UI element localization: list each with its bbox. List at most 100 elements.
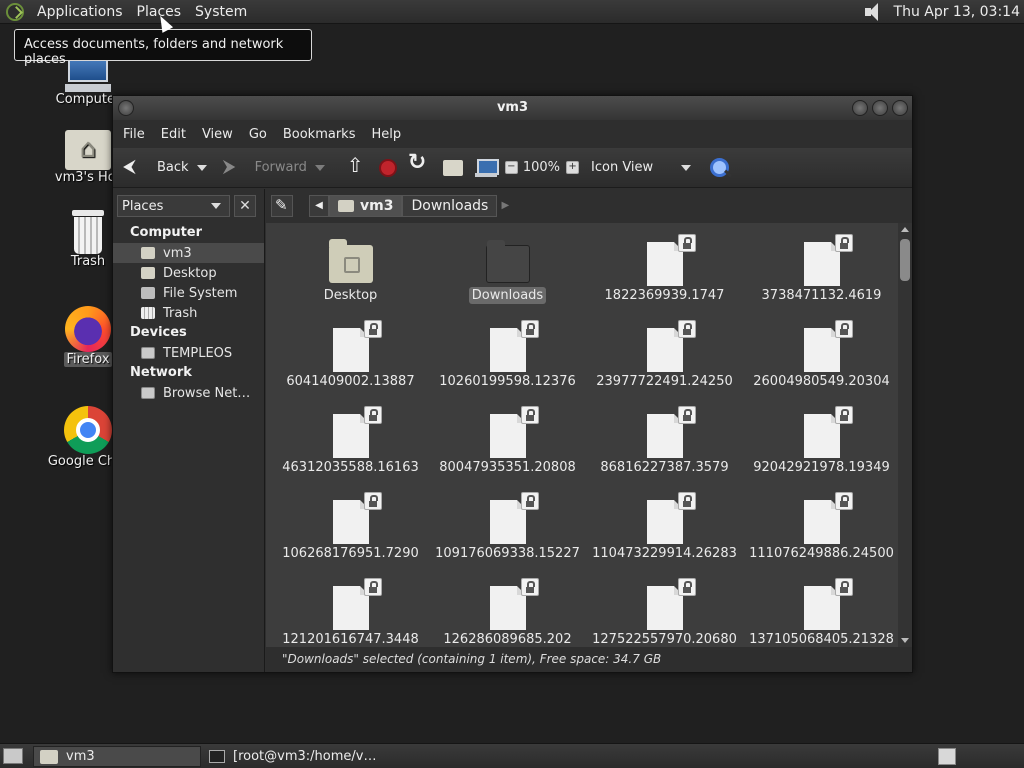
sidebar-close-icon[interactable]: ✕ xyxy=(234,195,256,217)
close-button[interactable] xyxy=(892,100,908,116)
file-item[interactable]: 110473229914.26283 xyxy=(586,481,743,567)
sidebar-item-desktop[interactable]: Desktop xyxy=(113,263,264,283)
gnome-foot-icon[interactable] xyxy=(6,2,24,21)
scroll-down-icon[interactable] xyxy=(901,638,909,643)
search-icon[interactable] xyxy=(709,157,731,179)
sidebar-item-label: File System xyxy=(163,285,238,301)
menu-help[interactable]: Help xyxy=(363,127,409,142)
menu-go[interactable]: Go xyxy=(241,127,275,142)
show-desktop-icon[interactable] xyxy=(3,748,23,764)
file-item[interactable]: 1822369939.1747 xyxy=(586,223,743,309)
folder-item[interactable]: Downloads xyxy=(429,223,586,309)
chevron-down-icon xyxy=(211,203,221,209)
file-item[interactable]: 121201616747.3448 xyxy=(272,567,429,647)
window-menu-button[interactable] xyxy=(118,100,134,116)
sidebar-places-select[interactable]: Places xyxy=(117,195,230,217)
file-item[interactable]: 23977722491.24250 xyxy=(586,309,743,395)
lock-icon xyxy=(835,578,853,596)
file-item[interactable]: 86816227387.3579 xyxy=(586,395,743,481)
firefox-icon xyxy=(65,306,111,352)
view-mode-select[interactable]: Icon View xyxy=(591,160,699,175)
zoom-out-icon[interactable]: − xyxy=(504,161,518,174)
file-manager-window[interactable]: vm3 File Edit View Go Bookmarks Help Bac… xyxy=(112,95,913,673)
file-name: 1822369939.1747 xyxy=(604,288,725,303)
file-name: 126286089685.202 xyxy=(443,632,572,647)
desktop-folder-icon xyxy=(141,267,155,279)
edit-location-icon[interactable] xyxy=(271,195,293,217)
workspace-switcher[interactable] xyxy=(938,748,956,765)
lock-icon xyxy=(364,406,382,424)
folder-item[interactable]: Desktop xyxy=(272,223,429,309)
window-titlebar[interactable]: vm3 xyxy=(113,96,912,120)
back-button[interactable]: Back xyxy=(123,156,189,177)
breadcrumb-vm3[interactable]: vm3 xyxy=(329,195,403,217)
sidebar-item-trash[interactable]: Trash xyxy=(113,303,264,323)
clock[interactable]: Thu Apr 13, 03:14 xyxy=(894,4,1024,20)
taskbar-item-vm3[interactable]: vm3 xyxy=(33,746,201,767)
volume-icon[interactable] xyxy=(862,2,884,22)
scrollbar-thumb[interactable] xyxy=(900,239,910,281)
lock-icon xyxy=(678,406,696,424)
file-name: 110473229914.26283 xyxy=(592,546,737,561)
file-item[interactable]: 10260199598.12376 xyxy=(429,309,586,395)
file-item[interactable]: 109176069338.15227 xyxy=(429,481,586,567)
file-item[interactable]: 46312035588.16163 xyxy=(272,395,429,481)
file-item[interactable]: 26004980549.20304 xyxy=(743,309,900,395)
breadcrumb-downloads[interactable]: Downloads xyxy=(402,195,498,217)
sidebar-section-devices: Devices xyxy=(130,325,187,340)
sidebar-item-browse-network[interactable]: Browse Net… xyxy=(113,383,264,403)
file-name-container: 126286089685.202 xyxy=(429,632,586,647)
up-icon[interactable] xyxy=(347,153,367,178)
maximize-button[interactable] xyxy=(872,100,888,116)
drive-icon xyxy=(141,347,155,359)
file-item[interactable]: 137105068405.21328 xyxy=(743,567,900,647)
forward-history-dropdown[interactable] xyxy=(314,164,325,171)
path-scroll-right-icon[interactable]: ▶ xyxy=(497,195,513,217)
lock-icon xyxy=(678,492,696,510)
file-name: 92042921978.19349 xyxy=(753,460,890,475)
file-name-container: 110473229914.26283 xyxy=(586,546,743,561)
system-menu[interactable]: System xyxy=(188,4,254,20)
file-name-container: 46312035588.16163 xyxy=(272,460,429,475)
forward-button[interactable]: Forward xyxy=(223,156,307,177)
menu-file[interactable]: File xyxy=(115,127,153,142)
vertical-scrollbar[interactable] xyxy=(898,223,912,647)
file-system-icon xyxy=(141,287,155,299)
path-scroll-left-icon[interactable]: ◀ xyxy=(309,195,329,217)
minimize-button[interactable] xyxy=(852,100,868,116)
menu-bookmarks[interactable]: Bookmarks xyxy=(275,127,364,142)
file-item[interactable]: 106268176951.7290 xyxy=(272,481,429,567)
file-item[interactable]: 6041409002.13887 xyxy=(272,309,429,395)
file-item[interactable]: 3738471132.4619 xyxy=(743,223,900,309)
menu-view[interactable]: View xyxy=(194,127,241,142)
computer-icon[interactable] xyxy=(474,158,499,177)
zoom-in-icon[interactable]: + xyxy=(566,161,580,174)
file-item[interactable]: 127522557970.20680 xyxy=(586,567,743,647)
sidebar-item-vm3[interactable]: vm3 xyxy=(113,243,264,263)
applications-menu[interactable]: Applications xyxy=(30,4,130,20)
home-folder-icon xyxy=(141,247,155,259)
file-item[interactable]: 92042921978.19349 xyxy=(743,395,900,481)
zoom-level: 100% xyxy=(522,160,561,175)
sidebar-item-file-system[interactable]: File System xyxy=(113,283,264,303)
file-item[interactable]: 111076249886.24500 xyxy=(743,481,900,567)
back-history-dropdown[interactable] xyxy=(196,164,207,171)
file-name: 127522557970.20680 xyxy=(592,632,737,647)
menu-edit[interactable]: Edit xyxy=(153,127,194,142)
lock-icon xyxy=(364,492,382,510)
file-name: 80047935351.20808 xyxy=(439,460,576,475)
reload-icon[interactable] xyxy=(408,150,431,178)
taskbar-item-terminal[interactable]: [root@vm3:/home/v… xyxy=(203,746,393,767)
home-folder-icon xyxy=(40,749,58,764)
scroll-up-icon[interactable] xyxy=(901,227,909,232)
home-icon[interactable] xyxy=(442,159,463,176)
icon-grid[interactable]: Desktop Downloads 1822369939.1747 373847113… xyxy=(266,223,912,647)
file-item[interactable]: 126286089685.202 xyxy=(429,567,586,647)
file-name: 106268176951.7290 xyxy=(282,546,419,561)
file-item[interactable]: 80047935351.20808 xyxy=(429,395,586,481)
stop-icon[interactable] xyxy=(378,158,397,177)
file-name-container: 92042921978.19349 xyxy=(743,460,900,475)
sidebar-section-computer: Computer xyxy=(130,225,203,240)
sidebar-item-templeos[interactable]: TEMPLEOS xyxy=(113,343,264,363)
file-name-container: 121201616747.3448 xyxy=(272,632,429,647)
